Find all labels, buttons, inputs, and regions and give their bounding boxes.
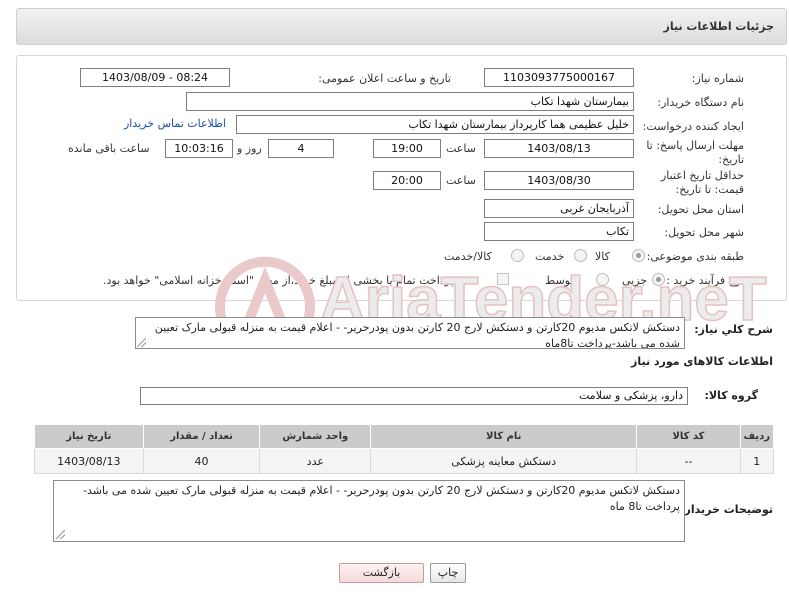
col-unit: واحد شمارش (259, 424, 372, 449)
col-quantity: تعداد / مقدار (142, 424, 261, 449)
col-item-name: نام کالا (370, 424, 638, 449)
announce-date-field: 1403/08/09 - 08:24 (80, 68, 230, 87)
row-number-cell: 1 (739, 448, 775, 474)
category-service-label: خدمت (535, 250, 565, 263)
need-number-field: 1103093775000167 (484, 68, 634, 87)
category-both-radio[interactable] (511, 249, 524, 262)
category-goods-radio[interactable] (632, 249, 645, 262)
buyer-desc-resize-grip-icon[interactable] (56, 530, 65, 539)
validity-time-field: 20:00 (373, 171, 441, 190)
quantity-cell: 40 (142, 448, 261, 474)
reply-deadline-label: مهلت ارسال پاسخ: تا تاریخ: (646, 139, 744, 166)
validity-time-label: ساعت (446, 174, 476, 187)
announce-date-label: تاریخ و ساعت اعلان عمومی: (318, 72, 451, 85)
buyer-name-label: نام دستگاه خریدار: (657, 96, 744, 109)
process-medium-label: متوسط (545, 274, 580, 287)
resize-grip-icon[interactable] (137, 338, 146, 347)
city-field: تکاب (484, 222, 634, 241)
unit-cell: عدد (259, 448, 372, 474)
province-label: استان محل تحویل: (657, 203, 744, 216)
remaining-time-label: ساعت باقی مانده (68, 142, 150, 155)
item-name-cell: دستکش معاینه پزشکی (370, 448, 638, 474)
buyer-contact-link[interactable]: اطلاعات تماس خریدار (124, 117, 226, 130)
process-type-label: نوع فرآیند خرید : (666, 274, 744, 287)
category-service-radio[interactable] (574, 249, 587, 262)
treasury-payment-note: پرداخت تمام یا بخشی از مبلغ خرید،از محل … (103, 274, 454, 287)
goods-info-header: اطلاعات کالاهای مورد نیاز (631, 355, 773, 368)
city-label: شهر محل تحویل: (664, 226, 744, 239)
creator-label: ایجاد کننده درخواست: (642, 120, 744, 133)
process-minor-label: جزیی (622, 274, 648, 287)
validity-date-field: 1403/08/30 (484, 171, 634, 190)
general-description-text: دستکش لاتکس مدیوم 20کارتن و دستکش لارج 2… (135, 317, 685, 349)
table-row: 1 -- دستکش معاینه پزشکی عدد 40 1403/08/1… (34, 448, 775, 474)
reply-time-field: 19:00 (373, 139, 441, 158)
goods-group-label: گروه کالا: (704, 389, 758, 402)
buyer-description-label: توضیحات خریدار: (680, 503, 773, 516)
col-need-date: تاریخ نیاز (34, 424, 144, 449)
item-code-cell: -- (636, 448, 741, 474)
goods-table-header: ردیف کد کالا نام کالا واحد شمارش تعداد /… (34, 424, 775, 449)
back-button[interactable]: بازگشت (339, 563, 424, 583)
goods-group-field: دارو، پزشکی و سلامت (140, 387, 688, 405)
need-number-label: شماره نیاز: (691, 72, 744, 85)
category-both-label: کالا/خدمت (444, 250, 492, 263)
process-minor-radio[interactable] (652, 273, 665, 286)
process-medium-radio[interactable] (596, 273, 609, 286)
general-description-label: شرح کلي نياز: (694, 323, 773, 336)
province-field: آذربایجان غربی (484, 199, 634, 218)
col-row-number: ردیف (739, 424, 775, 449)
reply-date-field: 1403/08/13 (484, 139, 634, 158)
page-title: جزئیات اطلاعات نیاز (16, 8, 787, 45)
creator-field: خلیل عظیمی هما کارپرداز بیمارستان شهدا ت… (236, 115, 634, 134)
print-button[interactable]: چاپ (430, 563, 466, 583)
category-goods-label: کالا (595, 250, 610, 263)
days-label: روز و (237, 142, 262, 155)
reply-time-label: ساعت (446, 142, 476, 155)
col-item-code: کد کالا (636, 424, 741, 449)
remaining-days-field: 4 (268, 139, 334, 158)
treasury-payment-checkbox[interactable] (497, 273, 509, 285)
price-validity-label: حداقل تاریخ اعتبار قیمت: تا تاریخ: (660, 169, 744, 196)
need-date-cell: 1403/08/13 (34, 448, 144, 474)
buyer-name-field: بیمارستان شهدا تکاب (186, 92, 634, 111)
goods-table: ردیف کد کالا نام کالا واحد شمارش تعداد /… (34, 424, 775, 474)
remaining-time-field: 10:03:16 (165, 139, 233, 158)
buyer-description-text: دستکش لاتکس مدیوم 20کارتن و دستکش لارج 2… (53, 480, 685, 542)
category-label: طبقه بندی موضوعی: (646, 250, 744, 263)
